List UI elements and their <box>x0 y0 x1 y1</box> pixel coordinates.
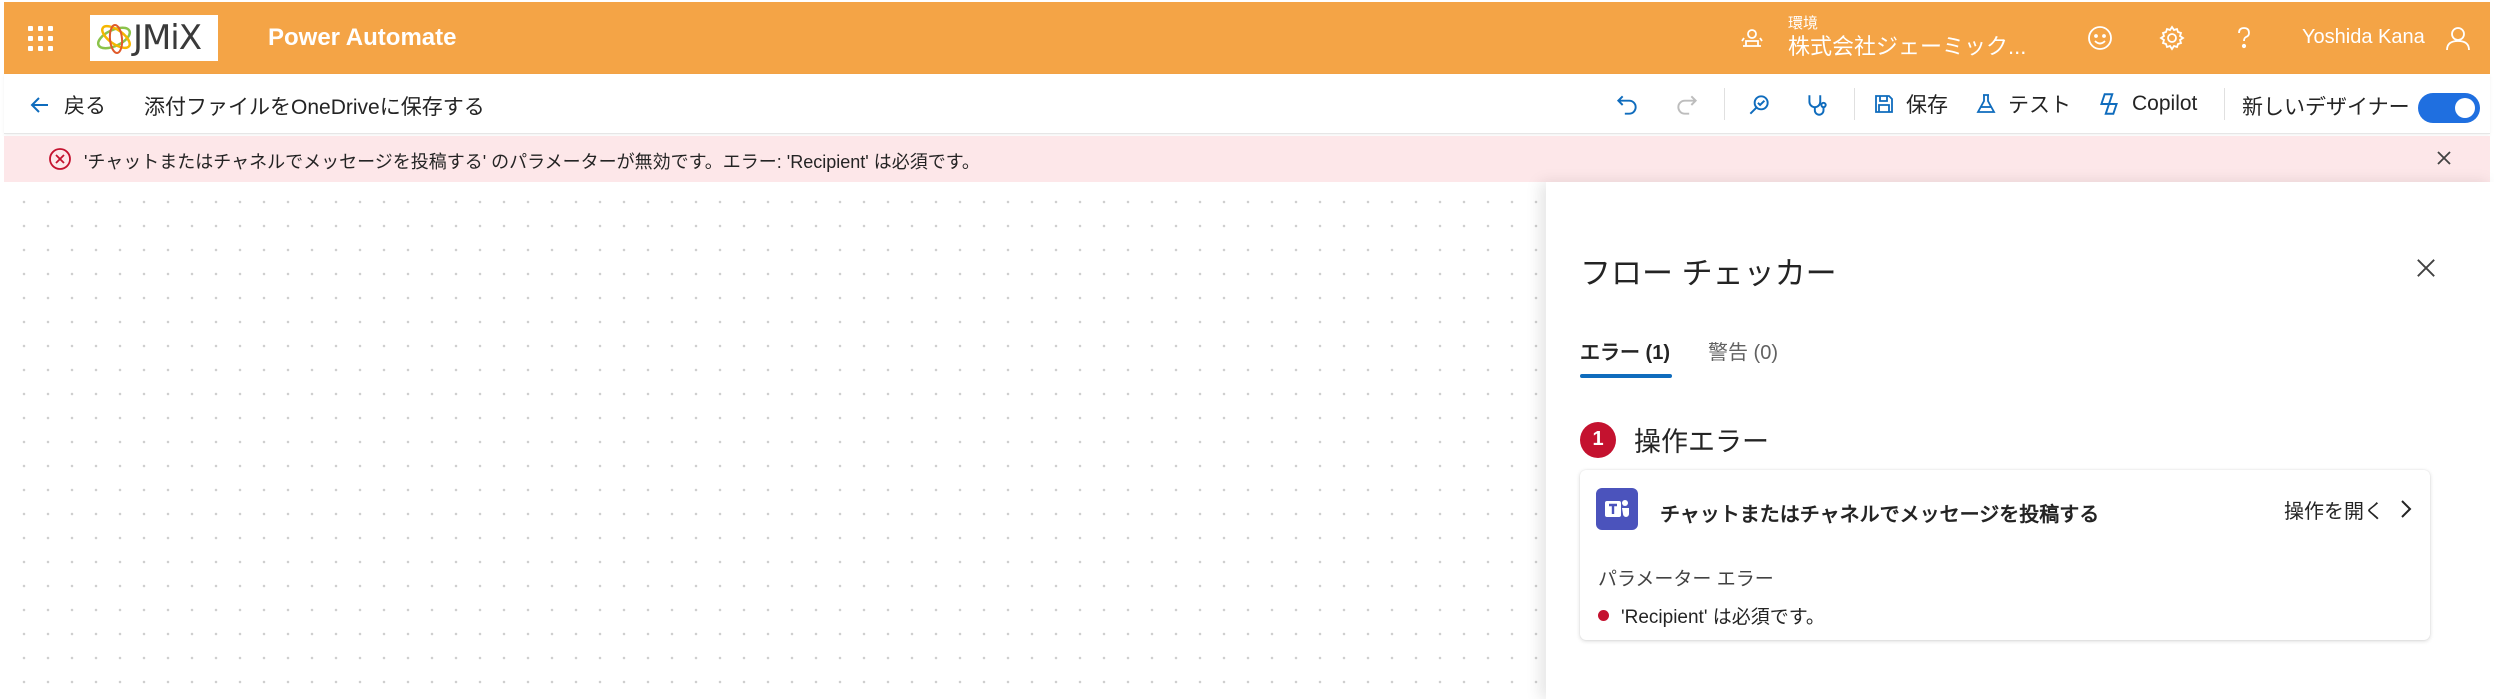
save-icon <box>1875 95 1893 113</box>
save-label: 保存 <box>1906 94 1948 117</box>
arrow-left-icon <box>30 97 48 113</box>
beaker-icon <box>1976 94 1996 113</box>
stethoscope-icon[interactable] <box>1804 92 1830 118</box>
panel-title: フロー チェッカー <box>1580 256 1837 291</box>
separator <box>1724 88 1725 120</box>
command-bar: 戻る 添付ファイルをOneDriveに保存する 保存 テスト Copilot 新… <box>4 74 2490 134</box>
section-header: 1 操作エラー <box>1580 420 1769 459</box>
tab-warnings[interactable]: 警告 (0) <box>1708 336 1778 379</box>
logo-text: JMiX <box>132 18 202 58</box>
flow-checker-icon[interactable] <box>1746 92 1772 118</box>
open-action-label: 操作を開く <box>2284 500 2384 523</box>
open-action-button[interactable]: 操作を開く <box>2284 492 2414 526</box>
close-icon[interactable] <box>2412 254 2440 282</box>
copilot-label: Copilot <box>2132 92 2198 115</box>
environment-label: 環境 <box>1788 15 1819 32</box>
undo-icon[interactable] <box>1614 92 1640 118</box>
teams-icon <box>1596 488 1638 530</box>
tab-active-indicator <box>1580 374 1672 378</box>
back-button[interactable]: 戻る <box>28 90 106 120</box>
error-dot-icon <box>1598 610 1609 621</box>
toggle-knob <box>2455 98 2475 118</box>
error-detail-item: 'Recipient' は必須です。 <box>1598 602 1825 629</box>
chevron-right-icon <box>2401 500 2412 518</box>
settings-icon[interactable] <box>2158 24 2186 52</box>
copilot-icon <box>2100 93 2118 115</box>
designer-canvas[interactable] <box>4 182 1546 699</box>
company-logo: JMiX <box>90 15 218 61</box>
app-header: JMiX Power Automate 環境 株式会社ジェーミック... Yos… <box>4 2 2490 74</box>
back-label: 戻る <box>64 95 106 118</box>
feedback-icon[interactable] <box>2086 24 2114 52</box>
error-banner-message: 'チャットまたはチャネルでメッセージを投稿する' のパラメーターが無効です。エラ… <box>84 152 980 172</box>
close-icon[interactable] <box>2432 146 2456 170</box>
copilot-button[interactable]: Copilot <box>2096 88 2197 120</box>
help-icon[interactable] <box>2230 24 2258 52</box>
error-detail: 'Recipient' は必須です。 <box>1621 607 1825 628</box>
new-designer-label: 新しいデザイナー <box>2242 96 2410 119</box>
new-designer-toggle[interactable] <box>2418 93 2480 123</box>
test-button[interactable]: テスト <box>1974 88 2071 120</box>
environment-name: 株式会社ジェーミック... <box>1788 34 2027 59</box>
separator <box>1854 88 1855 120</box>
error-count-badge: 1 <box>1580 421 1616 458</box>
environment-icon <box>1741 29 1763 47</box>
app-name[interactable]: Power Automate <box>268 24 456 52</box>
flow-checker-panel: フロー チェッカー エラー (1) 警告 (0) 1 操作エラー チャットまたは… <box>1546 182 2494 699</box>
error-banner: 'チャットまたはチャネルでメッセージを投稿する' のパラメーターが無効です。エラ… <box>4 136 2490 182</box>
flow-title[interactable]: 添付ファイルをOneDriveに保存する <box>144 91 485 121</box>
environment-picker[interactable]: 環境 株式会社ジェーミック... <box>1738 2 2026 74</box>
section-title: 操作エラー <box>1634 427 1769 457</box>
save-button[interactable]: 保存 <box>1872 88 1948 120</box>
tab-errors[interactable]: エラー (1) <box>1580 336 1670 379</box>
test-label: テスト <box>2008 94 2071 117</box>
redo-icon[interactable] <box>1674 92 1700 118</box>
action-name: チャットまたはチャネルでメッセージを投稿する <box>1660 504 2100 526</box>
separator <box>2224 88 2225 120</box>
error-card: チャットまたはチャネルでメッセージを投稿する 操作を開く パラメーター エラー … <box>1580 470 2430 640</box>
waffle-icon[interactable] <box>4 2 76 74</box>
user-name[interactable]: Yoshida Kana <box>2302 26 2425 49</box>
error-type: パラメーター エラー <box>1598 569 1774 590</box>
error-circle-icon <box>49 148 71 170</box>
user-icon[interactable] <box>2444 24 2472 52</box>
